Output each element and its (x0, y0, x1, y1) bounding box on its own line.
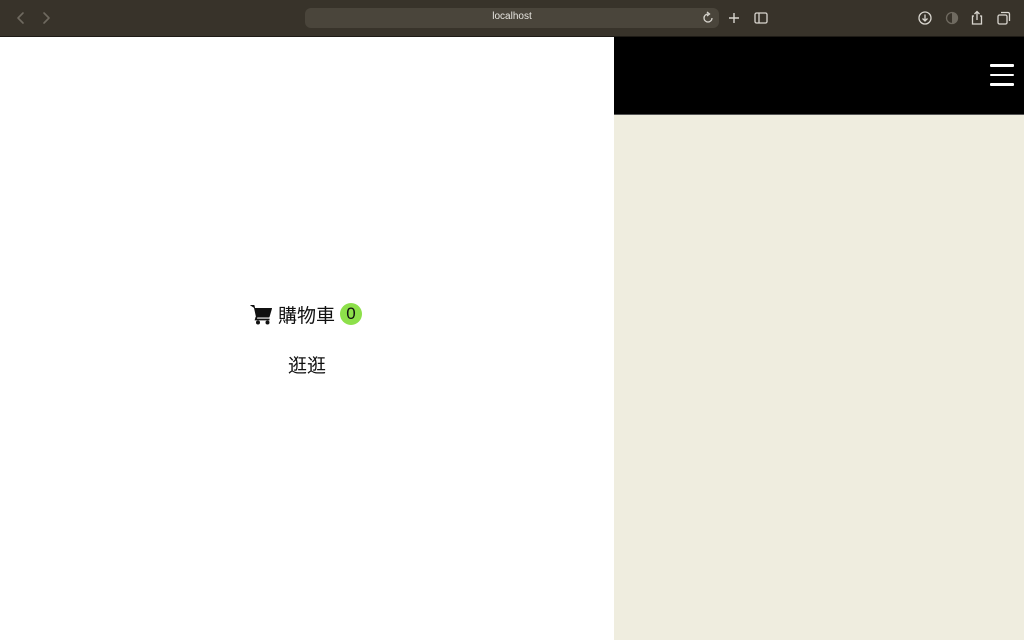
tab-overview-icon[interactable] (996, 10, 1012, 26)
shopping-cart-icon (250, 304, 272, 324)
new-tab-icon[interactable] (726, 10, 742, 26)
chevron-left-icon (17, 12, 24, 24)
main-pane: 購物車 0 逛逛 (0, 37, 614, 640)
cart-count-badge: 0 (340, 303, 363, 325)
forward-button[interactable] (37, 9, 55, 27)
back-button[interactable] (12, 9, 30, 27)
download-icon[interactable] (917, 10, 933, 26)
reload-icon[interactable] (701, 11, 715, 25)
hamburger-menu-icon[interactable] (990, 63, 1014, 87)
address-bar[interactable]: localhost (305, 8, 719, 28)
sidebar-toggle-icon[interactable] (753, 10, 769, 26)
chevron-right-icon (43, 12, 50, 24)
url-text: localhost (492, 11, 532, 22)
browser-toolbar: localhost (0, 0, 1024, 37)
page-content: 購物車 0 逛逛 (0, 37, 1024, 640)
share-icon[interactable] (969, 10, 985, 26)
side-panel-header (614, 37, 1024, 115)
browse-link[interactable]: 逛逛 (288, 351, 326, 378)
side-panel (614, 37, 1024, 640)
privacy-shield-icon[interactable] (944, 10, 960, 26)
cart-label: 購物車 (278, 304, 336, 327)
cart-link[interactable]: 購物車 0 (250, 301, 363, 327)
